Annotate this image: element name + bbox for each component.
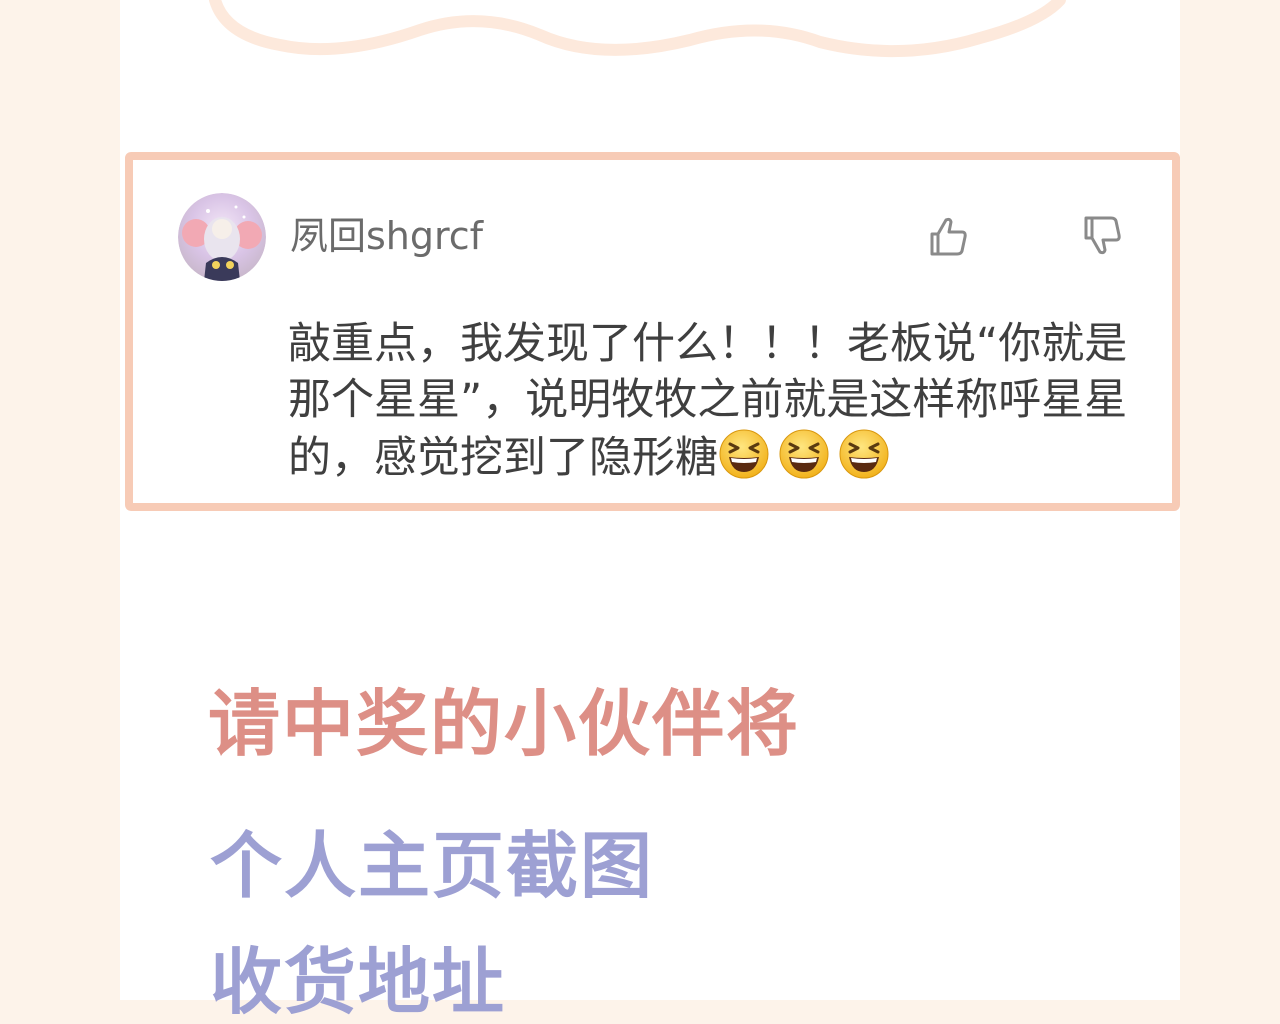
winners-instruction: 请中奖的小伙伴将 xyxy=(208,682,801,766)
profile-screenshot-line: 个人主页截图 xyxy=(210,824,655,908)
thumbs-down-icon xyxy=(1084,216,1121,255)
emoji-row xyxy=(718,428,898,494)
grinning-squinting-face-icon xyxy=(719,429,769,479)
like-button[interactable] xyxy=(924,212,972,260)
shipping-address-line: 收货地址 xyxy=(210,940,507,1024)
thumbs-up-icon xyxy=(930,217,967,256)
comment-username[interactable]: 夙回shgrcf xyxy=(290,210,483,262)
comment-text: 敲重点，我发现了什么！！！老板说“你就是那个星星”，说明牧牧之前就是这样称呼星星… xyxy=(288,319,1128,483)
grinning-squinting-face-icon xyxy=(779,429,829,479)
avatar-image xyxy=(178,193,266,281)
dislike-button[interactable] xyxy=(1078,212,1126,260)
cloud-decoration xyxy=(209,0,1066,58)
avatar[interactable] xyxy=(178,193,266,281)
grinning-squinting-face-icon xyxy=(839,429,889,479)
comment-body: 敲重点，我发现了什么！！！老板说“你就是那个星星”，说明牧牧之前就是这样称呼星星… xyxy=(288,316,1148,494)
